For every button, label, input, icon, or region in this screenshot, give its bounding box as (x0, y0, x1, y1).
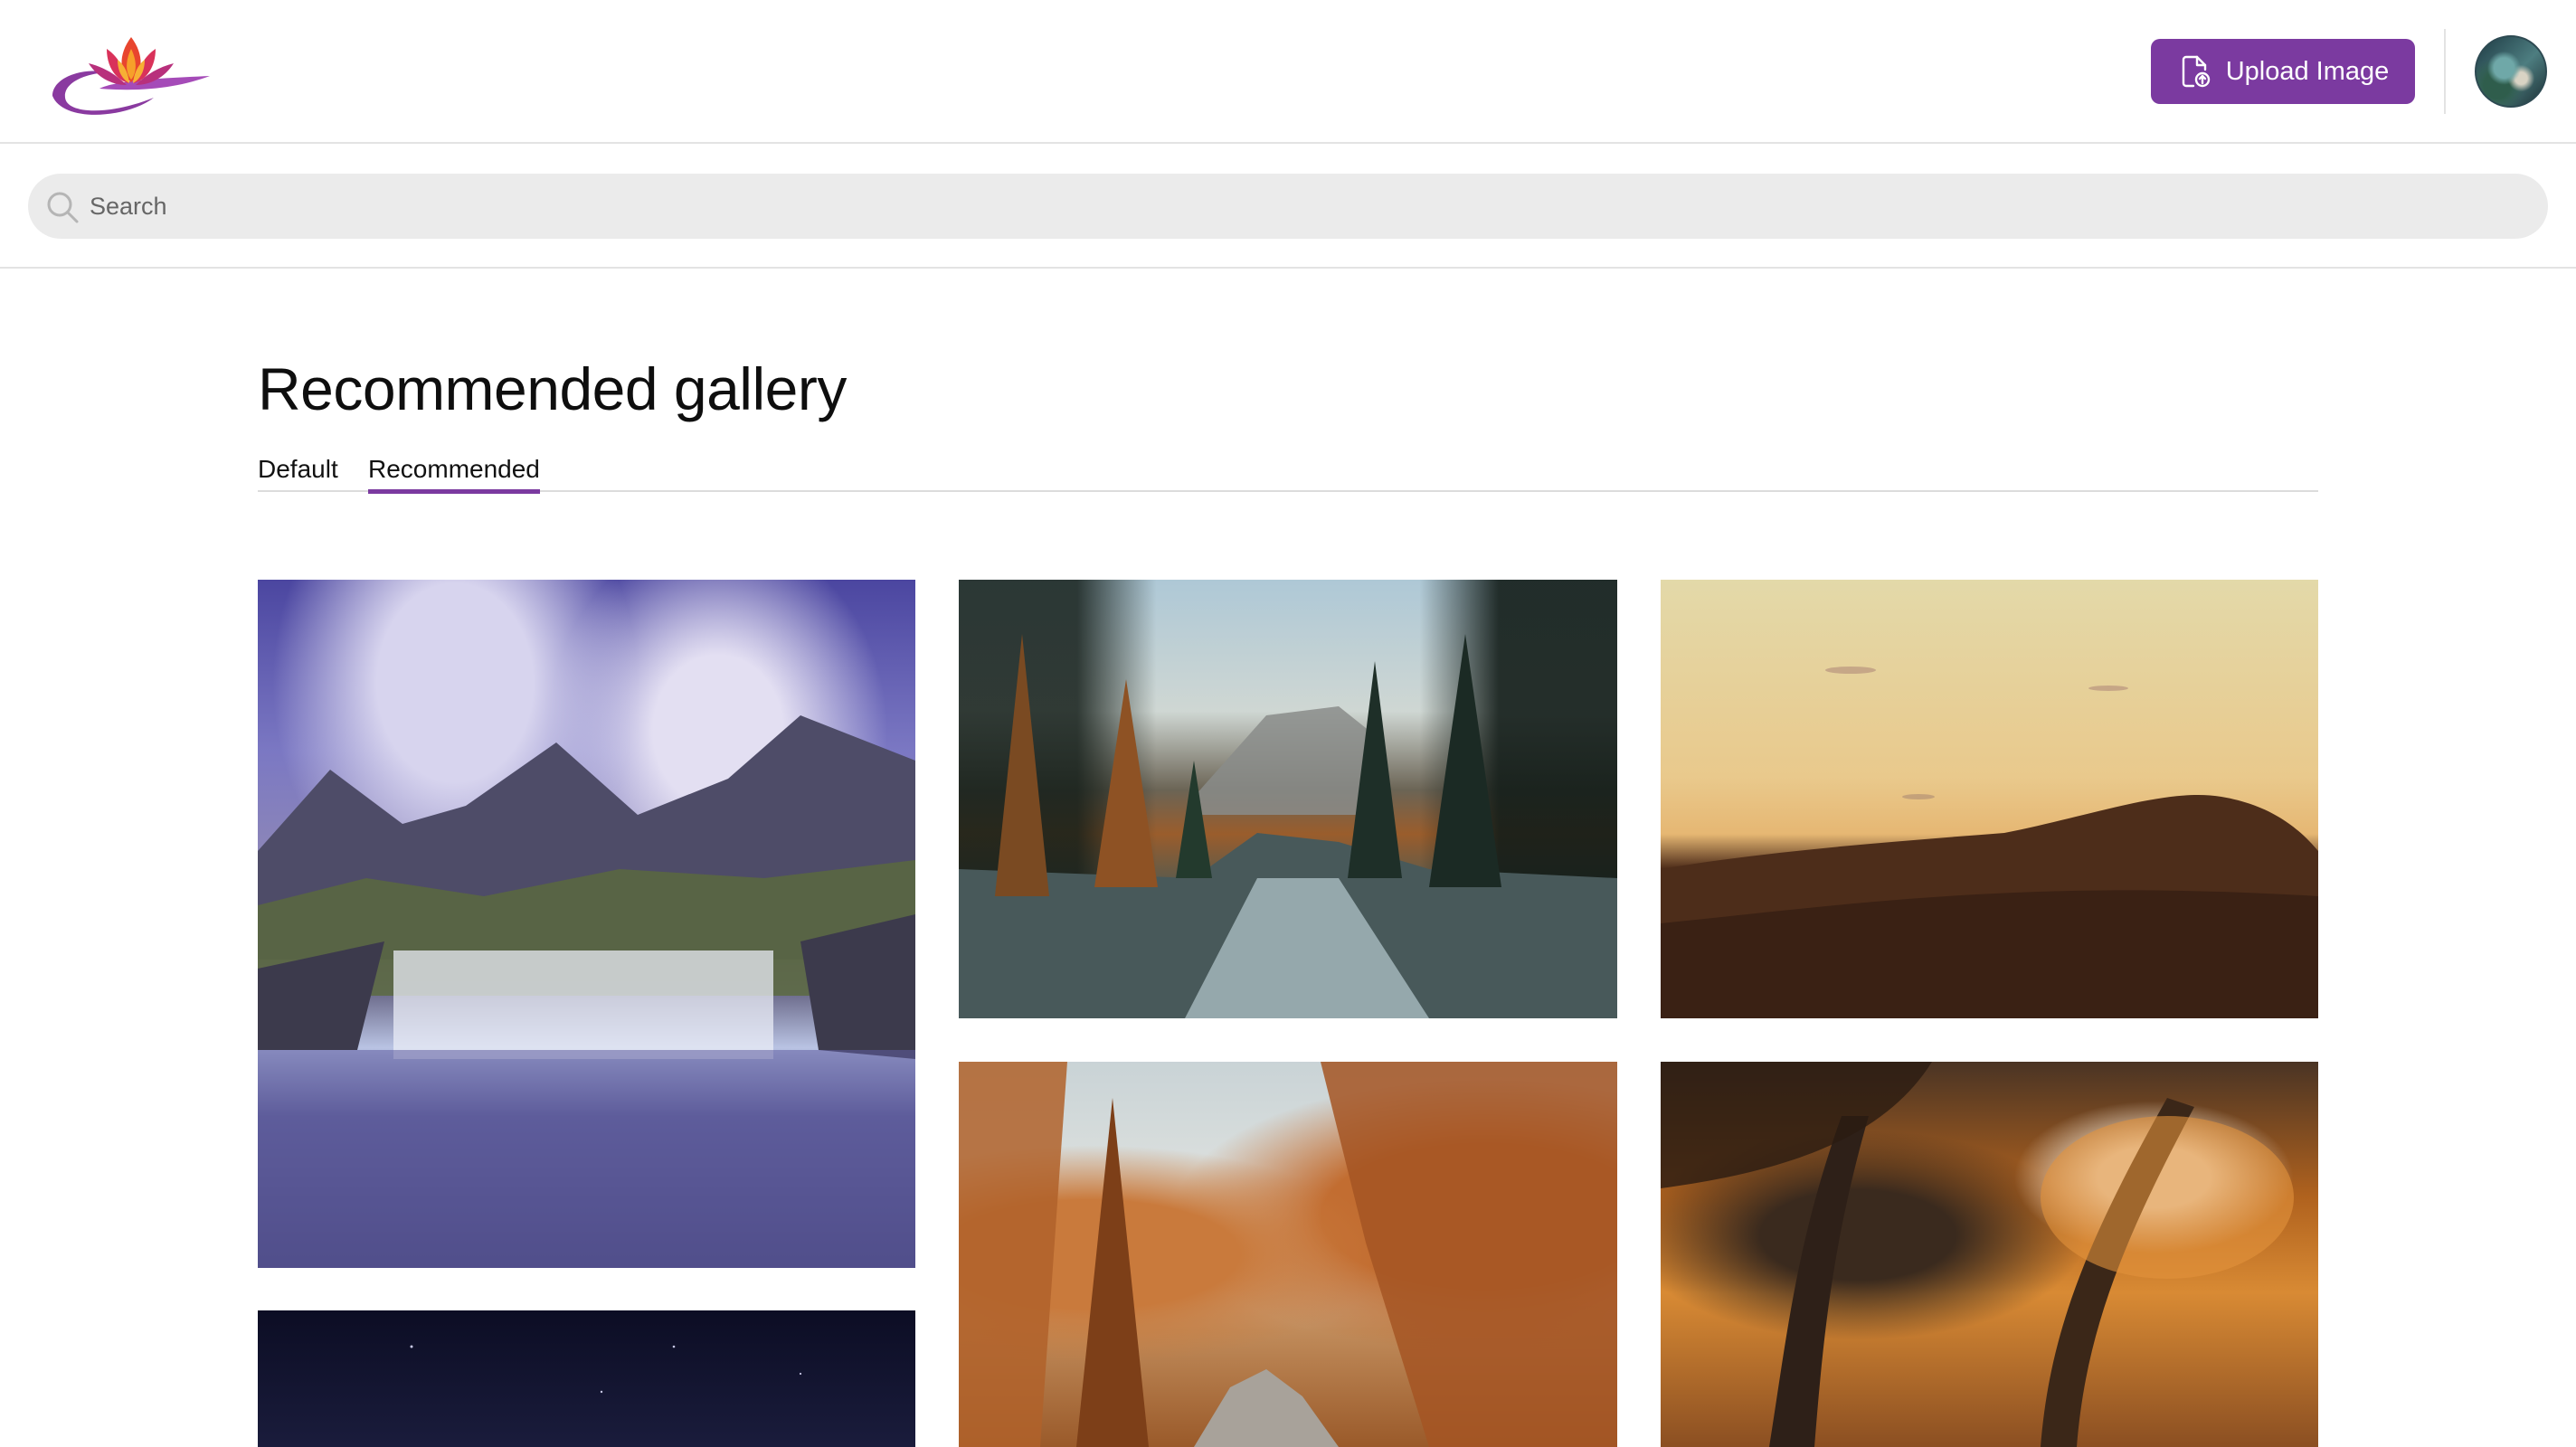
search-icon (47, 192, 79, 223)
header-divider (2444, 29, 2446, 114)
gallery-tabs: Default Recommended (258, 447, 2318, 494)
desert-dunes-photo[interactable] (1661, 580, 2318, 1018)
night-sky-photo[interactable] (258, 1310, 915, 1447)
search-input[interactable] (90, 174, 2514, 239)
upload-button-label: Upload Image (2225, 56, 2390, 86)
upload-image-button[interactable]: Upload Image (2151, 39, 2415, 104)
file-upload-icon (2182, 55, 2210, 88)
tab-default[interactable]: Default (258, 447, 338, 492)
lotus-logo[interactable] (45, 33, 217, 121)
waterfall-mountain-photo[interactable] (258, 580, 915, 1268)
top-navbar: Upload Image (0, 0, 2576, 144)
search-box[interactable] (28, 174, 2548, 239)
tab-recommended[interactable]: Recommended (368, 447, 540, 494)
forest-river-photo[interactable] (959, 580, 1617, 1018)
page-title: Recommended gallery (258, 355, 847, 422)
autumn-trees-valley-photo[interactable] (959, 1062, 1617, 1447)
user-avatar[interactable] (2475, 35, 2547, 108)
search-bar-section (0, 144, 2576, 269)
autumn-forest-path-photo[interactable] (1661, 1062, 2318, 1447)
